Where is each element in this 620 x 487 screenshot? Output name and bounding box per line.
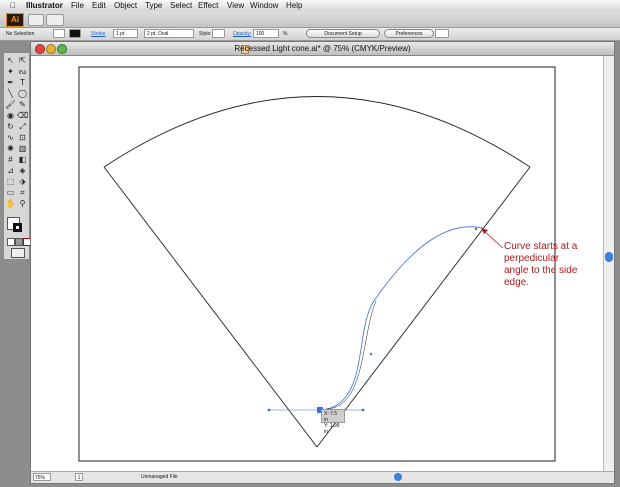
selection-status: No Selection <box>6 31 35 37</box>
pencil-icon[interactable]: ✎ <box>17 100 28 110</box>
apple-menu-icon[interactable]:  <box>10 1 16 10</box>
readout-x: X: 7.5 in <box>324 411 338 423</box>
handle-endpoint-left <box>267 408 271 412</box>
status-text: Unmanaged File <box>141 474 178 480</box>
document-setup-button[interactable]: Document Setup <box>306 29 380 38</box>
fill-swatch[interactable] <box>53 29 65 38</box>
eraser-icon[interactable]: ⌫ <box>17 111 28 121</box>
zoom-tool-icon[interactable]: ⚲ <box>17 199 28 209</box>
symbol-sprayer-icon[interactable]: ✺ <box>5 144 16 154</box>
color-mode-icon[interactable] <box>7 238 15 246</box>
gradient-mode-icon[interactable] <box>15 238 23 246</box>
coordinate-readout: X: 7.5 in Y: 1.99 in <box>321 409 345 435</box>
control-bar: No Selection Stroke 1 pt 2 pt. Oval Styl… <box>0 28 620 41</box>
document-titlebar: Recessed Light cone.ai* @ 75% (CMYK/Prev… <box>31 42 614 56</box>
direct-selection-tool-icon[interactable]: ⇱ <box>17 56 28 66</box>
slice-icon[interactable]: ⌗ <box>17 188 28 198</box>
rotate-icon[interactable]: ↻ <box>5 122 16 132</box>
live-paint-select-icon[interactable]: ⬗ <box>17 177 28 187</box>
menu-edit[interactable]: Edit <box>92 1 106 10</box>
artboard-icon[interactable]: ▭ <box>5 188 16 198</box>
handle-endpoint-right <box>361 408 365 412</box>
hand-tool-icon[interactable]: ✋ <box>5 199 16 209</box>
warp-icon[interactable]: ∿ <box>5 133 16 143</box>
zoom-field[interactable]: 75% <box>33 473 51 481</box>
isolate-selected-icon[interactable] <box>435 29 449 38</box>
illustrator-logo: Ai <box>6 13 24 27</box>
line-tool-icon[interactable]: ╲ <box>5 89 16 99</box>
graph-tool-icon[interactable]: ▥ <box>17 144 28 154</box>
menu-window[interactable]: Window <box>250 1 278 10</box>
opacity-unit: % <box>283 31 288 37</box>
menu-file[interactable]: File <box>71 1 84 10</box>
lasso-icon[interactable]: ᔓ <box>17 67 28 77</box>
opacity-field[interactable]: 100 <box>253 29 279 38</box>
menu-effect[interactable]: Effect <box>198 1 218 10</box>
stroke-color-box[interactable] <box>13 223 22 232</box>
vertical-scrollbar[interactable] <box>603 56 614 471</box>
annotation-note: Curve starts at a perpedicular angle to … <box>504 241 578 288</box>
selection-tool-icon[interactable]: ↖ <box>5 56 16 66</box>
gradient-icon[interactable]: ◧ <box>17 155 28 165</box>
artboard-boundary <box>78 66 556 462</box>
menu-object[interactable]: Object <box>114 1 137 10</box>
style-swatch[interactable] <box>212 29 225 38</box>
bridge-button[interactable] <box>28 14 44 26</box>
menu-help[interactable]: Help <box>286 1 302 10</box>
curve-handle-point-2 <box>474 227 478 231</box>
document-title: Recessed Light cone.ai* @ 75% (CMYK/Prev… <box>234 44 411 53</box>
blend-icon[interactable]: ◈ <box>17 166 28 176</box>
opacity-link[interactable]: Opacity: <box>233 30 251 38</box>
eyedropper-icon[interactable]: ⊿ <box>5 166 16 176</box>
menu-select[interactable]: Select <box>170 1 192 10</box>
menu-app-name[interactable]: Illustrator <box>26 1 63 10</box>
mesh-icon[interactable]: # <box>5 155 16 165</box>
stroke-weight-field[interactable]: 1 pt <box>113 29 138 38</box>
arrange-documents-button[interactable] <box>46 14 64 26</box>
magic-wand-icon[interactable]: ✦ <box>5 67 16 77</box>
screen-mode-icon[interactable] <box>11 248 25 258</box>
pen-tool-icon[interactable]: ✒ <box>5 78 16 88</box>
brush-definition-select[interactable]: 2 pt. Oval <box>144 29 194 38</box>
scale-icon[interactable]: ⤢ <box>17 122 28 132</box>
paintbrush-icon[interactable]: 🖌 <box>5 100 16 110</box>
vertical-scroll-thumb[interactable] <box>605 252 613 262</box>
application-bar: Ai <box>0 11 620 28</box>
style-label: Style: <box>199 31 212 37</box>
menu-type[interactable]: Type <box>145 1 162 10</box>
preferences-button[interactable]: Preferences <box>384 29 434 38</box>
readout-y: Y: 1.99 in <box>324 423 340 435</box>
curve-handle-point <box>369 352 373 356</box>
type-tool-icon[interactable]: T <box>17 78 28 88</box>
stroke-link[interactable]: Stroke <box>91 30 105 38</box>
menu-view[interactable]: View <box>227 1 244 10</box>
ellipse-tool-icon[interactable]: ◯ <box>17 89 28 99</box>
status-bar: 75% 1 Unmanaged File <box>31 471 614 483</box>
live-paint-icon[interactable]: ⬚ <box>5 177 16 187</box>
artboard-number-field[interactable]: 1 <box>75 473 83 481</box>
blob-brush-icon[interactable]: ◉ <box>5 111 16 121</box>
horizontal-scroll-thumb[interactable] <box>394 473 402 481</box>
free-transform-icon[interactable]: ⊡ <box>17 133 28 143</box>
stroke-swatch[interactable] <box>69 29 81 38</box>
tools-panel: ↖ ⇱ ✦ ᔓ ✒ T ╲ ◯ 🖌 ✎ ◉ ⌫ ↻ ⤢ ∿ ⊡ ✺ ▥ # ◧ ⊿ ◈ ⬚ ⬗ ▭ ⌗ ✋ ⚲ <box>3 52 31 260</box>
